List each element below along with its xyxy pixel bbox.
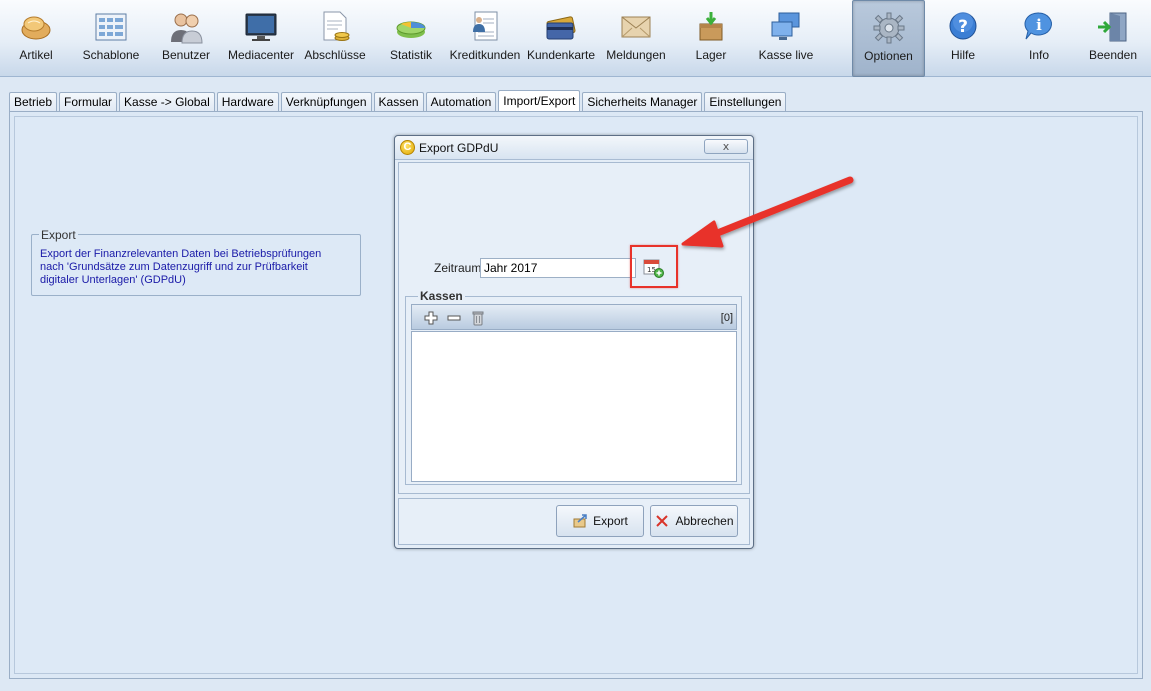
remove-kasse-button[interactable] (446, 310, 462, 326)
cancel-button[interactable]: Abbrechen (650, 505, 738, 537)
customer-card-icon (468, 10, 502, 44)
kassen-legend: Kassen (418, 289, 465, 303)
toolbar-label: Optionen (864, 49, 913, 63)
svg-text:i: i (1036, 16, 1042, 34)
zeitraum-field[interactable]: Jahr 2017 (480, 258, 636, 278)
gear-icon (872, 11, 906, 45)
toolbar-label: Schablone (82, 48, 140, 62)
tab-betrieb[interactable]: Betrieb (9, 92, 58, 112)
toolbar-kundenkarte[interactable]: Kundenkarte (526, 0, 596, 77)
minus-icon (447, 315, 461, 321)
toolbar-label: Mediacenter (227, 48, 295, 62)
cancel-icon (656, 515, 669, 527)
toolbar-beenden[interactable]: Beenden (1088, 0, 1138, 77)
toolbar-label: Kundenkarte (526, 48, 596, 62)
export-groupbox: Export Export der Finanzrelevanten Daten… (31, 228, 361, 296)
tab-formular[interactable]: Formular (59, 92, 118, 112)
info-icon: i (1022, 10, 1056, 44)
envelope-icon (619, 10, 653, 44)
toolbar-label: Statistik (389, 48, 432, 62)
toolbar-label: Info (1028, 48, 1049, 62)
tab-hardware[interactable]: Hardware (216, 92, 279, 112)
toolbar-mediacenter[interactable]: Mediacenter (228, 0, 294, 77)
export-button-label: Export (593, 514, 628, 528)
toolbar-label: Kasse live (758, 48, 814, 62)
keypad-icon (94, 10, 128, 44)
screens-icon (769, 10, 803, 44)
toolbar-kreditkunden[interactable]: Kreditkunden (449, 0, 521, 77)
highlight-annotation (630, 245, 678, 288)
cancel-button-label: Abbrechen (675, 514, 734, 528)
app-logo-icon: C (400, 140, 415, 155)
tab-sicherheits-manager[interactable]: Sicherheits Manager (582, 92, 703, 112)
exit-door-icon (1096, 10, 1130, 44)
tab-verknuepfungen[interactable]: Verknüpfungen (280, 92, 372, 112)
export-button[interactable]: Export (556, 505, 644, 537)
tab-kasse-global[interactable]: Kasse -> Global (119, 92, 215, 112)
main-toolbar: Artikel Schablone Benutzer Mediacenter A… (0, 0, 1151, 77)
toolbar-label: Meldungen (606, 48, 666, 62)
bread-icon (19, 10, 53, 44)
delete-kasse-button[interactable] (470, 310, 486, 326)
toolbar-schablone[interactable]: Schablone (80, 0, 142, 77)
toolbar-label: Benutzer (161, 48, 211, 62)
toolbar-label: Kreditkunden (449, 48, 521, 62)
toolbar-label: Lager (695, 48, 727, 62)
toolbar-kasse-live[interactable]: Kasse live (756, 0, 816, 77)
dialog-title: Export GDPdU (419, 141, 499, 155)
cards-icon (544, 10, 578, 44)
toolbar-statistik[interactable]: Statistik (386, 0, 436, 77)
options-tabs: Betrieb Formular Kasse -> Global Hardwar… (9, 90, 788, 113)
close-button[interactable]: x (704, 139, 748, 154)
kassen-toolbar: [0] (411, 304, 737, 330)
trash-icon (472, 311, 484, 326)
toolbar-label: Artikel (19, 48, 53, 62)
zeitraum-label: Zeitraum (434, 261, 482, 275)
toolbar-abschluesse[interactable]: Abschlüsse (304, 0, 366, 77)
monitor-icon (244, 10, 278, 44)
toolbar-lager[interactable]: Lager (688, 0, 734, 77)
kassen-list[interactable] (411, 331, 737, 482)
help-icon: ? (946, 10, 980, 44)
export-gdpdu-link[interactable]: Export der Finanzrelevanten Daten bei Be… (40, 248, 340, 287)
toolbar-optionen[interactable]: Optionen (852, 0, 925, 77)
tab-automation[interactable]: Automation (425, 92, 497, 112)
tab-import-export[interactable]: Import/Export (498, 90, 581, 113)
toolbar-meldungen[interactable]: Meldungen (606, 0, 666, 77)
chart-icon (394, 10, 428, 44)
users-icon (169, 10, 203, 44)
export-icon (573, 514, 587, 528)
tab-kassen[interactable]: Kassen (373, 92, 424, 112)
tab-einstellungen[interactable]: Einstellungen (704, 92, 787, 112)
toolbar-label: Beenden (1088, 48, 1138, 62)
toolbar-label: Abschlüsse (304, 48, 366, 62)
export-groupbox-legend: Export (39, 228, 78, 242)
boxes-icon (694, 10, 728, 44)
kassen-count: [0] (720, 312, 733, 324)
document-coins-icon (318, 10, 352, 44)
toolbar-label: Hilfe (950, 48, 975, 62)
dialog-titlebar[interactable]: C Export GDPdU x (395, 136, 753, 160)
add-kasse-button[interactable] (423, 310, 439, 326)
toolbar-info[interactable]: i Info (1016, 0, 1062, 77)
toolbar-artikel[interactable]: Artikel (8, 0, 64, 77)
plus-icon (424, 311, 438, 325)
toolbar-benutzer[interactable]: Benutzer (158, 0, 214, 77)
toolbar-hilfe[interactable]: ? Hilfe (940, 0, 986, 77)
svg-text:?: ? (958, 17, 968, 37)
